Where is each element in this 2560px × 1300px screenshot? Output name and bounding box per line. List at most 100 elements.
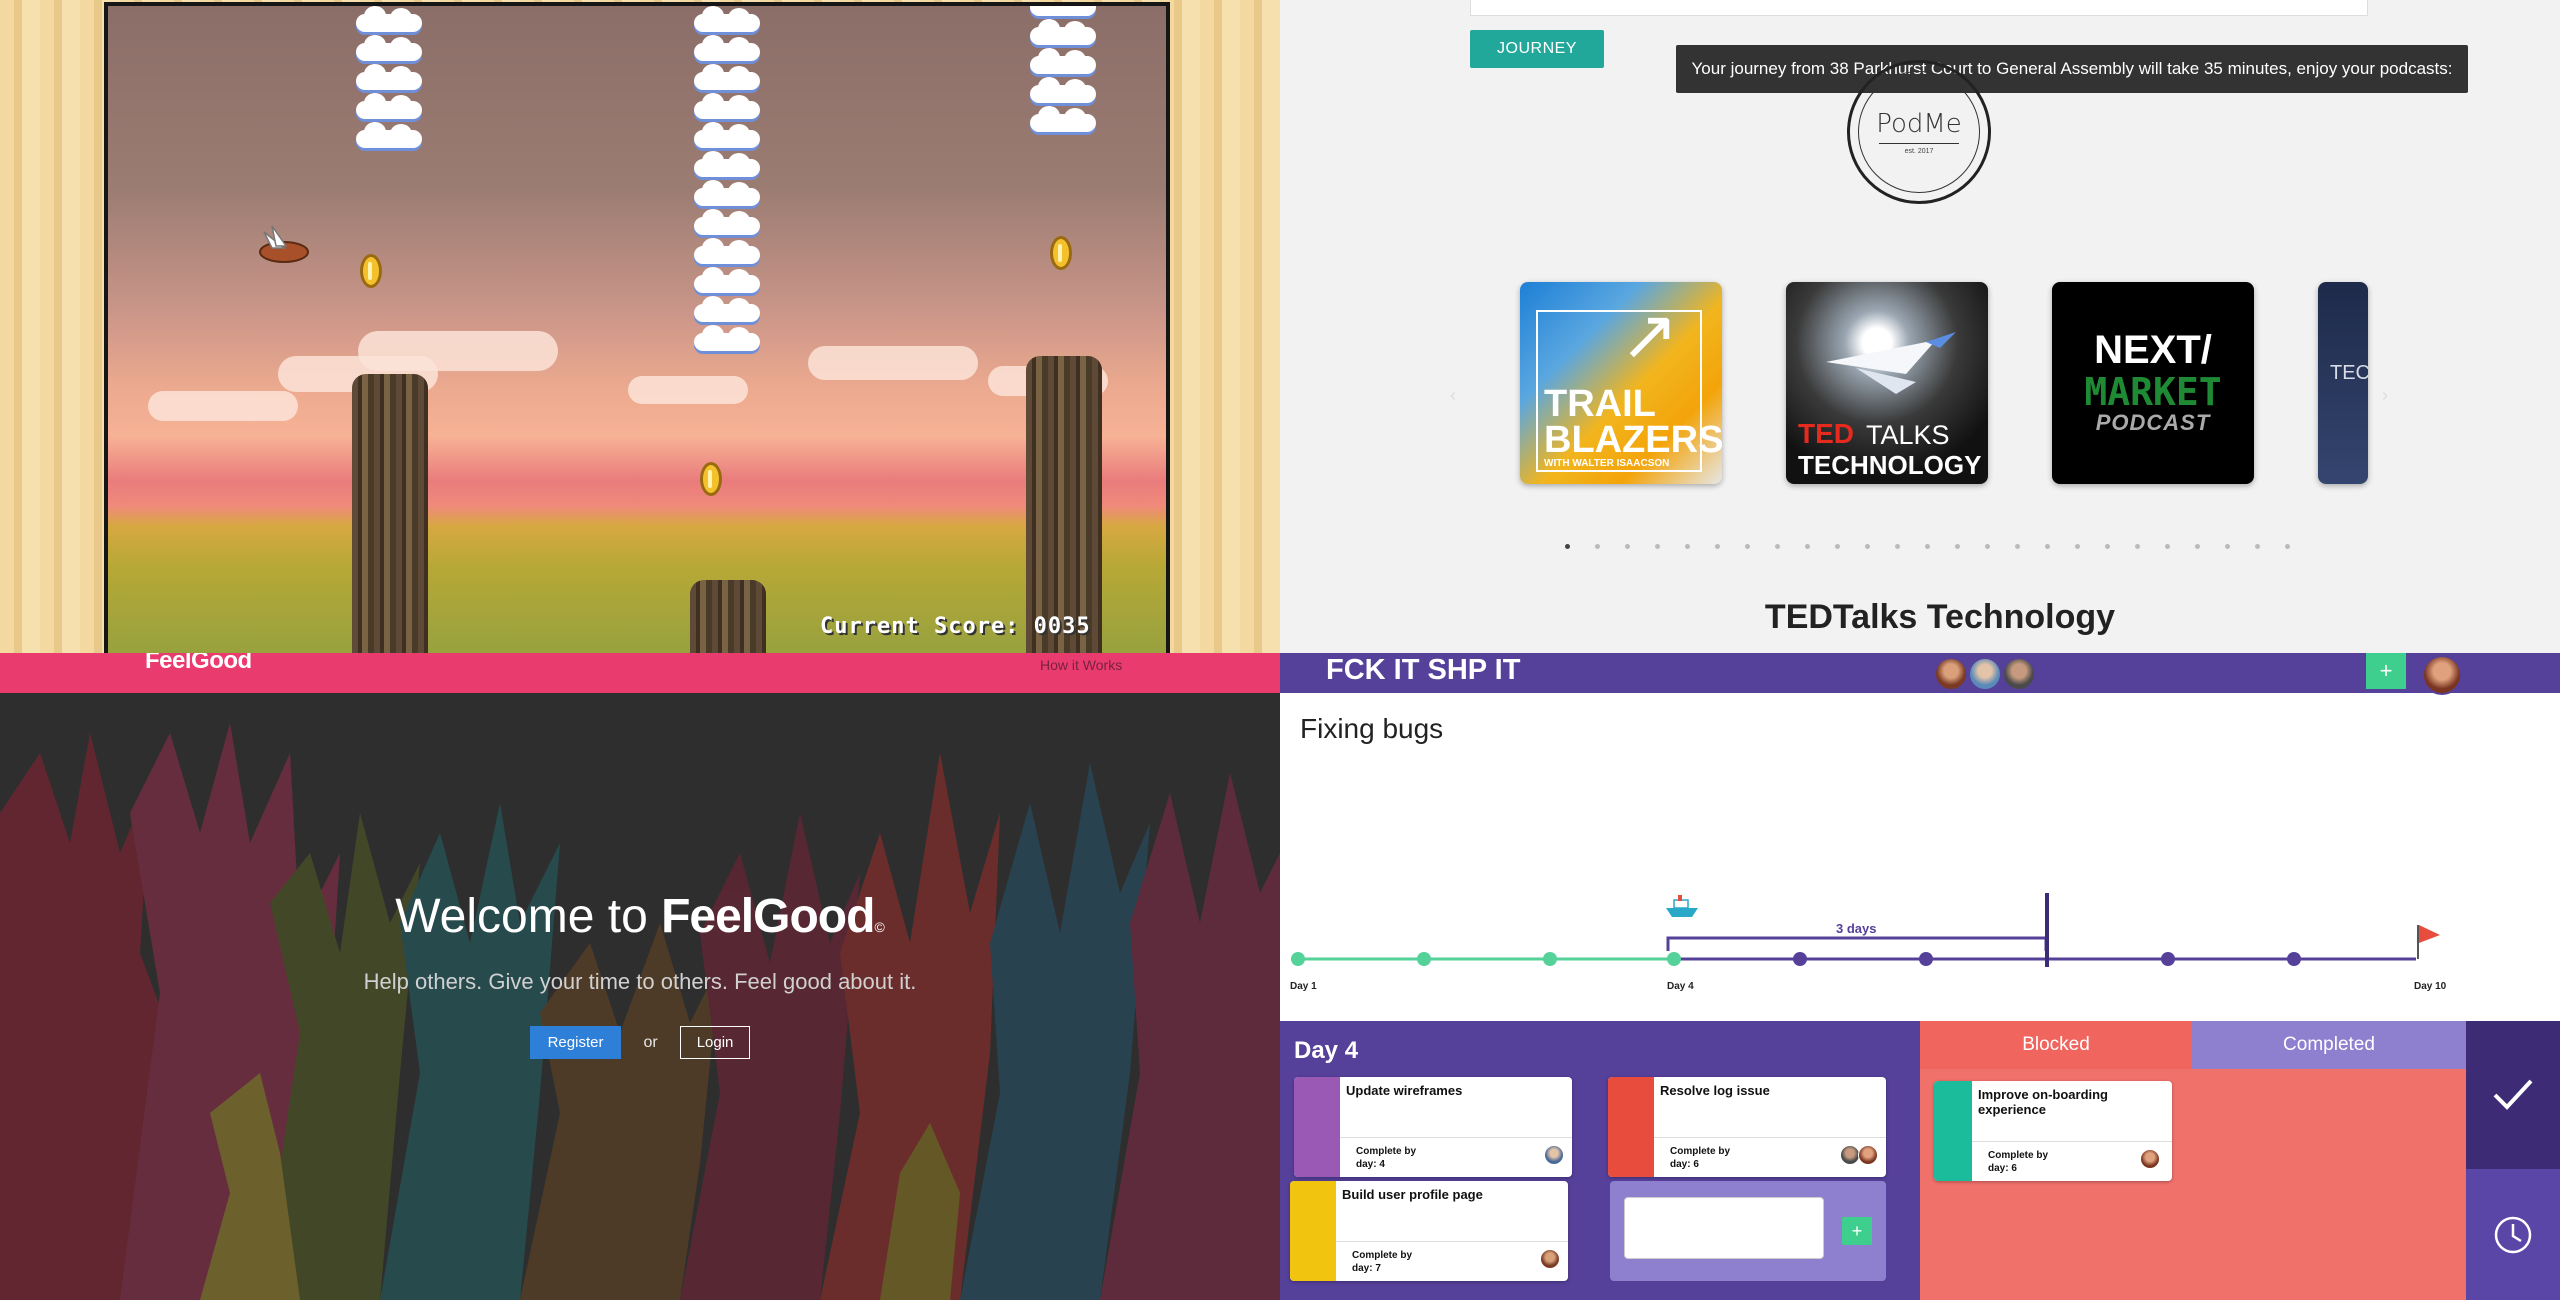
game-canvas[interactable]: Current Score: 0035 [104, 2, 1170, 653]
fckit-panel: FCK IT SHP IT + Fixing bugs Day 1 Day 4 … [1280, 653, 2560, 1300]
task-board: Day 4 Update wireframes Complete by day:… [1280, 1021, 2560, 1300]
assignee-avatar[interactable] [1840, 1145, 1860, 1165]
blocked-column: Blocked Improve on-boarding experience C… [1920, 1021, 2192, 1300]
carousel-dot[interactable] [2272, 544, 2302, 554]
carousel-dot[interactable] [1972, 544, 2002, 554]
podcast-card-tedtalks[interactable]: TED TALKS TECHNOLOGY [1786, 282, 1988, 484]
team-avatar[interactable] [1968, 657, 2002, 691]
finish-flag-icon [2417, 925, 2440, 959]
podcast-card-trailblazers[interactable]: ↗ TRAIL BLAZERS WITH WALTER ISAACSON [1520, 282, 1722, 484]
user-avatar[interactable] [2422, 655, 2462, 695]
welcome-brand: FeelGood [661, 890, 875, 943]
add-task-button[interactable]: + [1842, 1217, 1872, 1245]
card-subtitle: TECHNOLOGY [1798, 450, 1982, 480]
carousel-dot[interactable] [1822, 544, 1852, 554]
login-button[interactable]: Login [679, 1026, 751, 1059]
game-panel: Current Score: 0035 [0, 0, 1280, 653]
carousel-dot[interactable] [1792, 544, 1822, 554]
welcome-heading: Welcome to FeelGood© [0, 889, 1280, 944]
project-timeline: Day 1 Day 4 Day 10 3 days [1290, 893, 2447, 992]
carousel-dot[interactable] [1552, 544, 1582, 554]
carousel-dot[interactable] [1582, 544, 1612, 554]
fckit-navbar: FCK IT SHP IT + [1280, 653, 2560, 695]
fckit-logo[interactable]: FCK IT SHP IT [1326, 653, 1520, 687]
podme-logo: PodMe est. 2017 [1847, 60, 1991, 204]
carousel-next-arrow[interactable]: › [2382, 385, 2388, 406]
timeline-delay-label: 3 days [1836, 921, 1876, 936]
add-project-button[interactable]: + [2366, 653, 2406, 689]
task-color-bar [1608, 1077, 1654, 1177]
welcome-mark: © [874, 919, 885, 935]
podcast-card-nextmarket[interactable]: NEXT/ MARKET PODCAST [2052, 282, 2254, 484]
task-due: Complete by day: 6 [1670, 1146, 1731, 1170]
carousel-dot[interactable] [2122, 544, 2152, 554]
cloud-obstacle-top [1026, 6, 1100, 135]
blocked-column-header: Blocked [1920, 1021, 2192, 1069]
coin-icon [360, 254, 382, 288]
carousel-dot[interactable] [1702, 544, 1732, 554]
carousel-dot[interactable] [2002, 544, 2032, 554]
or-separator: or [643, 1033, 658, 1051]
carousel-dot[interactable] [1762, 544, 1792, 554]
carousel-dot[interactable] [1672, 544, 1702, 554]
timeline-node-pending [1919, 952, 1933, 966]
journey-tooltip: Your journey from 38 Parkhurst Court to … [1676, 45, 2468, 93]
logo-est: est. 2017 [1904, 148, 1934, 155]
destination-input[interactable] [1470, 0, 2368, 16]
card-partial-text: TEC [2330, 362, 2368, 384]
podcast-card-partial[interactable]: TEC [2318, 282, 2368, 484]
carousel-dot[interactable] [2092, 544, 2122, 554]
bg-cloud [148, 391, 298, 421]
assignee-avatar[interactable] [1540, 1249, 1560, 1269]
timeline-node-complete [1543, 952, 1557, 966]
timeline-node-pending [2161, 952, 2175, 966]
nav-link-how-it-works[interactable]: How it Works [1040, 657, 1122, 673]
bg-cloud [628, 376, 748, 404]
feelgood-logo[interactable]: FeelGood [145, 653, 252, 675]
auth-buttons: Register or Login [0, 1026, 1280, 1059]
carousel-prev-arrow[interactable]: ‹ [1450, 385, 1456, 406]
assignee-avatar[interactable] [2140, 1149, 2160, 1169]
assignee-avatar[interactable] [1544, 1145, 1564, 1165]
feelgood-panel: FeelGood How it Works Welcome to FeelGoo… [0, 653, 1280, 1300]
check-icon[interactable] [2466, 1021, 2560, 1169]
card-title-line1: NEXT/ [2094, 328, 2212, 372]
tree-trunk-obstacle [352, 374, 428, 653]
task-due: Complete by day: 6 [1988, 1150, 2049, 1174]
task-card[interactable]: Update wireframes Complete by day: 4 [1294, 1077, 1572, 1177]
carousel-dot[interactable] [2242, 544, 2272, 554]
clock-icon[interactable] [2466, 1169, 2560, 1300]
carousel-dot[interactable] [2212, 544, 2242, 554]
team-avatar[interactable] [1934, 657, 1968, 691]
task-card[interactable]: Resolve log issue Complete by day: 6 [1608, 1077, 1886, 1177]
carousel-dot[interactable] [2182, 544, 2212, 554]
logo-brand: PodMe [1876, 109, 1962, 139]
carousel-dot[interactable] [1852, 544, 1882, 554]
carousel-dot[interactable] [1642, 544, 1672, 554]
feelgood-navbar: FeelGood How it Works [0, 653, 1280, 693]
carousel-dot[interactable] [2062, 544, 2092, 554]
timeline-node-pending [2287, 952, 2301, 966]
task-card[interactable]: Improve on-boarding experience Complete … [1934, 1081, 2172, 1181]
arrow-icon: ↗ [1620, 296, 1679, 374]
carousel-dot[interactable] [1612, 544, 1642, 554]
new-task-input[interactable] [1624, 1197, 1824, 1259]
assignee-avatar[interactable] [1858, 1145, 1878, 1165]
task-name: Improve on-boarding experience [1978, 1087, 2108, 1117]
carousel-dot[interactable] [2032, 544, 2062, 554]
carousel-dot[interactable] [1732, 544, 1762, 554]
bg-cloud [358, 331, 558, 371]
carousel-dot[interactable] [2152, 544, 2182, 554]
task-name: Build user profile page [1342, 1187, 1483, 1202]
carousel-dot[interactable] [1942, 544, 1972, 554]
timeline-node-complete [1291, 952, 1305, 966]
carousel-dot[interactable] [1882, 544, 1912, 554]
team-avatar[interactable] [2002, 657, 2036, 691]
carousel-dot[interactable] [1912, 544, 1942, 554]
day-column: Day 4 Update wireframes Complete by day:… [1280, 1021, 1920, 1300]
carousel-dots [1552, 544, 2302, 554]
task-due: Complete by day: 4 [1356, 1146, 1417, 1170]
journey-button[interactable]: JOURNEY [1470, 30, 1604, 68]
task-card[interactable]: Build user profile page Complete by day:… [1290, 1181, 1568, 1281]
register-button[interactable]: Register [529, 1026, 622, 1059]
